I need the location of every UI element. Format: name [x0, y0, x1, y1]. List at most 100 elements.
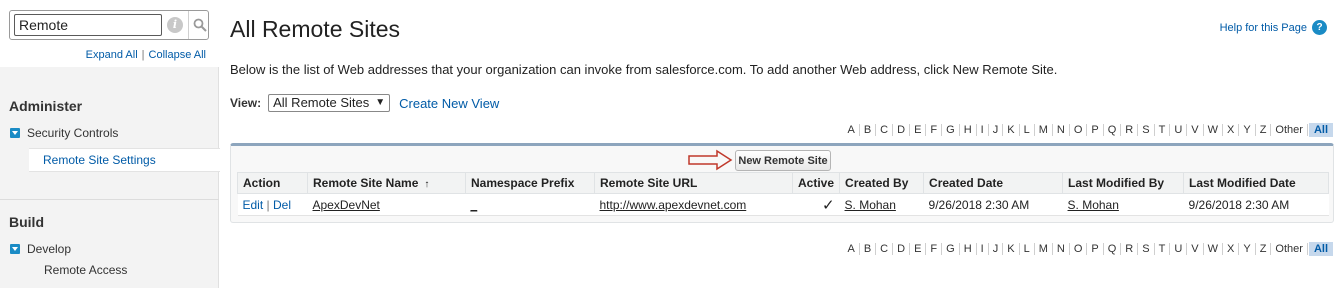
alpha-filter-letter[interactable]: O — [1070, 124, 1088, 136]
alpha-filter-letter[interactable]: I — [977, 124, 989, 136]
namespace-prefix-value[interactable]: _ — [471, 198, 478, 212]
column-header-label[interactable]: Remote Site Name — [313, 176, 418, 190]
alpha-filter-letter[interactable]: Z — [1256, 124, 1272, 136]
view-row: View: All Remote Sites ▼ Create New View — [230, 94, 499, 112]
alpha-filter-letter[interactable]: O — [1070, 243, 1088, 255]
alpha-filter-letter[interactable]: X — [1223, 124, 1240, 136]
alpha-filter-letter[interactable]: C — [876, 124, 894, 136]
alpha-filter-letter[interactable]: E — [910, 243, 927, 255]
alpha-filter-letter[interactable]: A — [843, 124, 860, 136]
column-header[interactable]: Active — [791, 172, 841, 194]
alpha-filter-letter[interactable]: D — [893, 124, 911, 136]
alpha-filter-letter[interactable]: D — [893, 243, 911, 255]
alpha-filter-letter[interactable]: L — [1020, 243, 1035, 255]
alpha-filter-letter[interactable]: E — [910, 124, 927, 136]
tree-item-security-controls[interactable]: Security Controls — [10, 126, 118, 140]
remote-site-name-link[interactable]: ApexDevNet — [313, 198, 380, 212]
alpha-filter-letter[interactable]: P — [1087, 124, 1104, 136]
table-row: Edit | Del ApexDevNet _ http://www.apexd… — [237, 193, 1329, 216]
collapse-triangle-icon[interactable] — [10, 244, 20, 254]
alpha-filter-letter[interactable]: I — [977, 243, 989, 255]
alpha-filter-letter[interactable]: M — [1035, 124, 1053, 136]
sidebar: i Expand All| Collapse All Administer Sec… — [0, 0, 220, 288]
new-remote-site-button[interactable]: New Remote Site — [735, 150, 831, 171]
alpha-filter-letter[interactable]: H — [960, 124, 977, 136]
alpha-filter-letter[interactable]: F — [926, 124, 943, 136]
created-by-link[interactable]: S. Mohan — [845, 198, 896, 212]
alpha-filter-letter[interactable]: Y — [1239, 124, 1256, 136]
alpha-filter-letter[interactable]: R — [1121, 243, 1139, 255]
alpha-filter-other[interactable]: Other — [1271, 124, 1308, 136]
alpha-filter-letter[interactable]: K — [1003, 124, 1020, 136]
alpha-filter-letter[interactable]: W — [1204, 124, 1223, 136]
tree-item-develop[interactable]: Develop — [10, 242, 71, 256]
quick-find-input[interactable] — [14, 14, 162, 36]
alpha-filter-letter[interactable]: U — [1170, 124, 1188, 136]
collapse-all-link[interactable]: Collapse All — [149, 49, 206, 61]
alpha-filter-letter[interactable]: V — [1187, 124, 1204, 136]
view-select-value: All Remote Sites — [273, 95, 370, 110]
expand-all-link[interactable]: Expand All — [86, 49, 138, 61]
alpha-filter-letter[interactable]: P — [1087, 243, 1104, 255]
alpha-filter-all[interactable]: All — [1308, 123, 1333, 137]
alpha-filter-letter[interactable]: K — [1003, 243, 1020, 255]
alpha-filter-letter[interactable]: G — [942, 243, 960, 255]
column-header[interactable]: Last Modified By — [1062, 172, 1185, 194]
alpha-filter-letter[interactable]: W — [1204, 243, 1223, 255]
help-link[interactable]: Help for this Page ? — [1220, 20, 1327, 35]
created-by-cell: S. Mohan — [839, 193, 924, 216]
alpha-filter-letter[interactable]: X — [1223, 243, 1240, 255]
alpha-filter-letter[interactable]: T — [1155, 243, 1171, 255]
column-header[interactable]: Created Date — [923, 172, 1064, 194]
alpha-filter-letter[interactable]: M — [1035, 243, 1053, 255]
sidebar-item-remote-access[interactable]: Remote Access — [44, 263, 127, 277]
alpha-filter-letter[interactable]: Z — [1256, 243, 1272, 255]
alpha-filter-letter[interactable]: T — [1155, 124, 1171, 136]
alpha-filter-letter[interactable]: Q — [1104, 243, 1122, 255]
alpha-filter-letter[interactable]: Y — [1239, 243, 1256, 255]
search-divider — [188, 11, 189, 39]
alpha-filter-letter[interactable]: J — [989, 243, 1004, 255]
column-header[interactable]: Namespace Prefix — [465, 172, 595, 194]
alpha-filter-letter[interactable]: J — [989, 124, 1004, 136]
alpha-filter-letter[interactable]: C — [876, 243, 894, 255]
collapse-triangle-icon[interactable] — [10, 128, 20, 138]
info-icon[interactable]: i — [167, 17, 183, 33]
view-select[interactable]: All Remote Sites ▼ — [268, 94, 391, 112]
alpha-filter-letter[interactable]: S — [1138, 124, 1155, 136]
checkmark-icon: ✓ — [821, 196, 835, 214]
column-header[interactable]: Remote Site URL — [594, 172, 793, 194]
alpha-filter-letter[interactable]: H — [960, 243, 977, 255]
alpha-filter-all[interactable]: All — [1308, 242, 1333, 256]
alpha-filter-letter[interactable]: N — [1053, 243, 1070, 255]
search-icon[interactable] — [190, 13, 210, 37]
column-header-sortable[interactable]: Remote Site Name ↑ — [307, 172, 466, 194]
alpha-filter-letter[interactable]: A — [843, 243, 860, 255]
help-icon[interactable]: ? — [1312, 20, 1327, 35]
alpha-filter-letter[interactable]: G — [942, 124, 960, 136]
create-new-view-link[interactable]: Create New View — [399, 96, 499, 111]
alpha-filter-letter[interactable]: Q — [1104, 124, 1122, 136]
alpha-filter-letter[interactable]: R — [1121, 124, 1139, 136]
alpha-filter-letter[interactable]: S — [1138, 243, 1155, 255]
column-header[interactable]: Last Modified Date — [1183, 172, 1329, 194]
table-header-row: Action Remote Site Name ↑ Namespace Prefi… — [237, 172, 1329, 194]
delete-link[interactable]: Del — [273, 198, 291, 212]
alpha-filter-letter[interactable]: U — [1170, 243, 1188, 255]
alpha-filter-letter[interactable]: L — [1020, 124, 1035, 136]
help-link-label[interactable]: Help for this Page — [1220, 22, 1307, 34]
alpha-filter-letter[interactable]: B — [860, 124, 877, 136]
alphabet-filter-top: A B C D E F G H I J K L M N O P Q R S T … — [843, 123, 1333, 137]
alpha-filter-letter[interactable]: V — [1187, 243, 1204, 255]
remote-site-url-link[interactable]: http://www.apexdevnet.com — [600, 198, 747, 212]
alpha-filter-letter[interactable]: F — [926, 243, 943, 255]
column-header[interactable]: Created By — [839, 172, 925, 194]
namespace-prefix-cell: _ — [465, 193, 595, 216]
sidebar-item-remote-site-settings[interactable]: Remote Site Settings — [29, 148, 220, 172]
alpha-filter-other[interactable]: Other — [1271, 243, 1308, 255]
created-date-cell: 9/26/2018 2:30 AM — [923, 193, 1063, 216]
alpha-filter-letter[interactable]: N — [1053, 124, 1070, 136]
alpha-filter-letter[interactable]: B — [860, 243, 877, 255]
last-modified-by-link[interactable]: S. Mohan — [1068, 198, 1119, 212]
edit-link[interactable]: Edit — [243, 198, 264, 212]
